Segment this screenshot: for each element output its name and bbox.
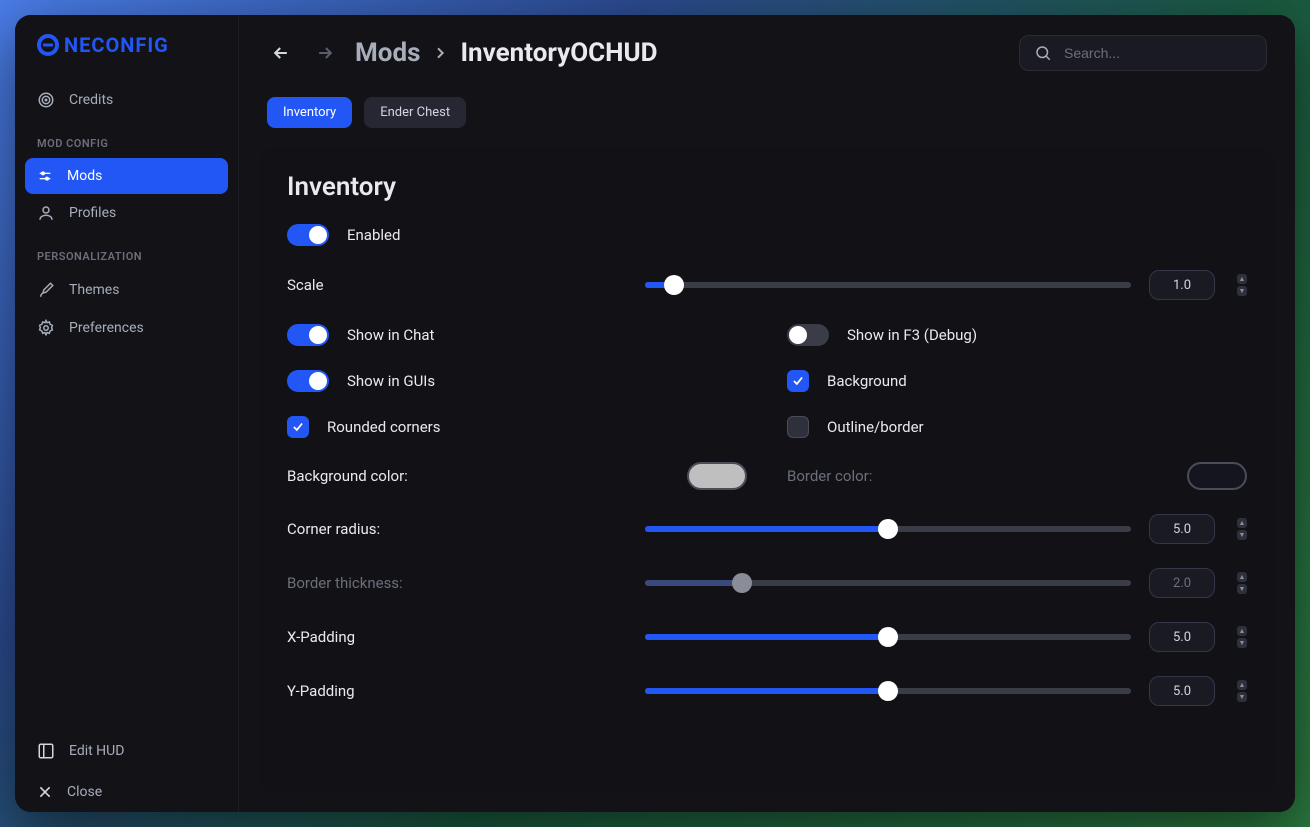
sidebar-item-preferences[interactable]: Preferences xyxy=(15,309,238,347)
sidebar-item-label: Profiles xyxy=(69,205,116,221)
show-in-guis-toggle[interactable] xyxy=(287,370,329,392)
show-in-chat-toggle[interactable] xyxy=(287,324,329,346)
layout-icon xyxy=(37,742,55,760)
x-padding-stepper: ▲ ▼ xyxy=(1237,626,1247,648)
x-padding-step-up[interactable]: ▲ xyxy=(1237,626,1247,636)
x-padding-label: X-Padding xyxy=(287,628,627,646)
app-logo: NECONFIG xyxy=(15,33,238,81)
enabled-toggle[interactable] xyxy=(287,224,329,246)
y-padding-value[interactable]: 5.0 xyxy=(1149,676,1215,706)
background-label: Background xyxy=(827,372,907,390)
scale-step-down[interactable]: ▼ xyxy=(1237,286,1247,296)
sidebar-section-mod-config: MOD CONFIG xyxy=(15,119,238,158)
scale-value[interactable]: 1.0 xyxy=(1149,270,1215,300)
outline-border-checkbox[interactable] xyxy=(787,416,809,438)
sidebar: NECONFIG Credits MOD CONFIG Mods Profile… xyxy=(15,15,239,812)
sidebar-item-mods[interactable]: Mods xyxy=(25,158,228,194)
sidebar-item-label: Close xyxy=(67,784,102,800)
enabled-label: Enabled xyxy=(347,226,400,244)
border-thickness-slider[interactable] xyxy=(645,580,1131,586)
target-icon xyxy=(37,91,55,109)
sidebar-bottom: Edit HUD Close xyxy=(15,730,238,812)
app-window: NECONFIG Credits MOD CONFIG Mods Profile… xyxy=(15,15,1295,812)
rounded-corners-label: Rounded corners xyxy=(327,418,441,436)
scale-label: Scale xyxy=(287,276,627,294)
corner-radius-stepper: ▲ ▼ xyxy=(1237,518,1247,540)
sidebar-item-label: Preferences xyxy=(69,320,144,336)
y-padding-step-up[interactable]: ▲ xyxy=(1237,680,1247,690)
show-in-guis-label: Show in GUIs xyxy=(347,372,435,390)
brush-icon xyxy=(37,281,55,299)
rounded-corners-checkbox[interactable] xyxy=(287,416,309,438)
show-in-f3-label: Show in F3 (Debug) xyxy=(847,326,977,344)
border-color-swatch[interactable] xyxy=(1187,462,1247,490)
sidebar-item-label: Mods xyxy=(67,168,102,184)
settings-panel: Inventory Enabled Scale 1.0 ▲ ▼ xyxy=(259,148,1275,792)
corner-radius-step-down[interactable]: ▼ xyxy=(1237,530,1247,540)
y-padding-label: Y-Padding xyxy=(287,682,627,700)
header: Mods InventoryOCHUD xyxy=(239,15,1295,83)
nav-back-button[interactable] xyxy=(267,39,295,67)
border-thickness-step-down[interactable]: ▼ xyxy=(1237,584,1247,594)
breadcrumb: Mods InventoryOCHUD xyxy=(355,38,658,68)
main-area: Mods InventoryOCHUD Inventory Ender Ches… xyxy=(239,15,1295,812)
outline-border-label: Outline/border xyxy=(827,418,924,436)
border-thickness-step-up[interactable]: ▲ xyxy=(1237,572,1247,582)
tab-inventory[interactable]: Inventory xyxy=(267,97,352,128)
show-in-f3-toggle[interactable] xyxy=(787,324,829,346)
panel-title: Inventory xyxy=(287,172,1247,202)
scale-step-up[interactable]: ▲ xyxy=(1237,274,1247,284)
y-padding-step-down[interactable]: ▼ xyxy=(1237,692,1247,702)
sidebar-section-personalization: PERSONALIZATION xyxy=(15,232,238,271)
logo-text: NECONFIG xyxy=(64,33,169,57)
search-input[interactable] xyxy=(1064,45,1252,61)
sidebar-item-label: Themes xyxy=(69,282,119,298)
x-padding-step-down[interactable]: ▼ xyxy=(1237,638,1247,648)
sidebar-item-edit-hud[interactable]: Edit HUD xyxy=(15,730,238,772)
close-icon xyxy=(37,784,53,800)
sidebar-item-label: Credits xyxy=(69,92,113,108)
corner-radius-step-up[interactable]: ▲ xyxy=(1237,518,1247,528)
search-box[interactable] xyxy=(1019,35,1267,71)
sidebar-item-credits[interactable]: Credits xyxy=(15,81,238,119)
border-thickness-label: Border thickness: xyxy=(287,574,627,592)
nav-forward-button[interactable] xyxy=(311,39,339,67)
sidebar-item-profiles[interactable]: Profiles xyxy=(15,194,238,232)
background-checkbox[interactable] xyxy=(787,370,809,392)
gear-icon xyxy=(37,319,55,337)
tab-ender-chest[interactable]: Ender Chest xyxy=(364,97,466,128)
y-padding-stepper: ▲ ▼ xyxy=(1237,680,1247,702)
tab-bar: Inventory Ender Chest xyxy=(239,83,1295,136)
border-color-label: Border color: xyxy=(787,467,872,485)
scale-stepper: ▲ ▼ xyxy=(1237,274,1247,296)
scale-slider[interactable] xyxy=(645,282,1131,288)
y-padding-slider[interactable] xyxy=(645,688,1131,694)
sidebar-item-close[interactable]: Close xyxy=(15,772,238,812)
corner-radius-slider[interactable] xyxy=(645,526,1131,532)
bg-color-swatch[interactable] xyxy=(687,462,747,490)
border-thickness-stepper: ▲ ▼ xyxy=(1237,572,1247,594)
sidebar-item-themes[interactable]: Themes xyxy=(15,271,238,309)
show-in-chat-label: Show in Chat xyxy=(347,326,434,344)
search-icon xyxy=(1034,44,1052,62)
chevron-right-icon xyxy=(432,38,448,68)
breadcrumb-root[interactable]: Mods xyxy=(355,38,420,68)
sliders-icon xyxy=(37,168,53,184)
corner-radius-value[interactable]: 5.0 xyxy=(1149,514,1215,544)
breadcrumb-leaf: InventoryOCHUD xyxy=(460,38,657,68)
sidebar-item-label: Edit HUD xyxy=(69,743,124,759)
logo-icon xyxy=(37,34,59,56)
x-padding-slider[interactable] xyxy=(645,634,1131,640)
bg-color-label: Background color: xyxy=(287,467,408,485)
border-thickness-value[interactable]: 2.0 xyxy=(1149,568,1215,598)
corner-radius-label: Corner radius: xyxy=(287,520,627,538)
x-padding-value[interactable]: 5.0 xyxy=(1149,622,1215,652)
user-icon xyxy=(37,204,55,222)
